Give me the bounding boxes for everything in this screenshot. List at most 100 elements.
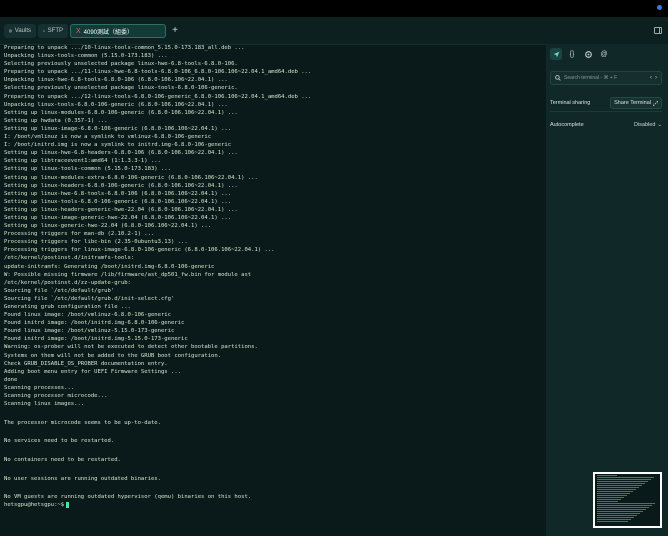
prompt-text: hetsgpu@hetsgpu:~$: [4, 502, 65, 509]
terminal-search[interactable]: Search terminal - ⌘ + F ‹ ›: [550, 71, 662, 85]
search-placeholder: Search terminal - ⌘ + F: [564, 75, 618, 81]
folder-icon: [43, 30, 45, 32]
search-prev-icon[interactable]: ‹: [650, 75, 652, 81]
minimap-line: [597, 495, 627, 496]
minimap-line: [597, 475, 617, 476]
terminal-line: No containers need to be restarted.: [4, 456, 121, 463]
at-icon[interactable]: @: [598, 48, 610, 60]
close-icon[interactable]: X: [76, 28, 81, 35]
terminal-line: Unpacking linux-tools-common (5.15.0-173…: [4, 53, 168, 60]
terminal-line: Unpacking linux-hwe-6.8-tools-6.8.0-106 …: [4, 77, 228, 84]
terminal-line: Selecting previously unselected package …: [4, 85, 238, 92]
terminal-line: Preparing to unpack .../10-linux-tools-c…: [4, 45, 245, 51]
terminal-output[interactable]: Preparing to unpack .../10-linux-tools-c…: [4, 44, 544, 534]
prompt-line: hetsgpu@hetsgpu:~$: [4, 501, 544, 509]
share-terminal-button[interactable]: Share Terminal: [610, 97, 662, 109]
terminal-line: Setting up linux-headers-generic-hwe-22.…: [4, 206, 238, 213]
minimap-line: [597, 515, 637, 516]
title-bar: [0, 0, 668, 17]
status-dot: [657, 5, 662, 10]
code-icon[interactable]: {}: [566, 48, 578, 60]
terminal-line: Preparing to unpack .../11-linux-hwe-6.8…: [4, 69, 312, 76]
terminal-line: Setting up linux-modules-extra-6.8.0-106…: [4, 174, 258, 181]
terminal-sharing-label: Terminal sharing: [550, 100, 591, 106]
terminal-line: Warning: os-prober will not be executed …: [4, 344, 258, 351]
terminal-line: Sourcing file `/etc/default/grub.d/init-…: [4, 295, 175, 302]
sidebar-toggle-icon[interactable]: [654, 27, 662, 34]
terminal-line: Setting up linux-headers-6.8.0-106-gener…: [4, 182, 238, 189]
tab-sftp[interactable]: SFTP: [38, 24, 68, 38]
terminal-line: Sourcing file `/etc/default/grub': [4, 287, 115, 294]
minimap-line: [597, 493, 630, 494]
terminal-line: /etc/kernel/postinst.d/zz-update-grub:: [4, 279, 131, 286]
terminal-line: I: /boot/vmlinuz is now a symlink to vml…: [4, 134, 212, 141]
terminal-line: Generating grub configuration file ...: [4, 304, 131, 310]
new-tab-button[interactable]: +: [170, 24, 180, 38]
chevron-down-icon: ⌄: [657, 122, 662, 128]
minimap-line: [597, 507, 649, 508]
terminal-minimap[interactable]: [593, 472, 662, 528]
tab-vaults[interactable]: Vaults: [4, 24, 36, 38]
terminal-cursor: [66, 502, 70, 509]
search-next-icon[interactable]: ›: [655, 75, 657, 81]
tab-sftp-label: SFTP: [47, 28, 63, 34]
sidebar-divider: [550, 111, 662, 112]
minimap-line: [597, 497, 624, 498]
terminal-line: Unpacking linux-tools-6.8.0-106-generic …: [4, 101, 228, 108]
share-terminal-label: Share Terminal: [614, 100, 651, 106]
terminal-line: Found initrd image: /boot/initrd.img-6.8…: [4, 320, 185, 327]
minimap-line: [597, 499, 621, 500]
tab-bar: Vaults SFTP X 4090測試（組委） +: [0, 17, 668, 45]
terminal-line: W: Possible missing firmware /lib/firmwa…: [4, 271, 252, 278]
terminal-line: Check GRUB_DISABLE_OS_PROBER documentati…: [4, 360, 168, 367]
minimap-line: [597, 487, 639, 488]
autocomplete-value: Disabled: [633, 122, 656, 128]
minimap-line: [597, 491, 633, 492]
terminal-line: Found initrd image: /boot/initrd.img-5.1…: [4, 336, 188, 343]
terminal-line: Found linux image: /boot/vmlinuz-6.8.0-1…: [4, 312, 171, 319]
terminal-line: Scanning processes...: [4, 384, 75, 391]
tab-4090[interactable]: X 4090測試（組委）: [70, 24, 166, 38]
sidebar-tools: {} @: [550, 48, 610, 60]
minimap-line: [597, 485, 642, 486]
terminal-line: done: [4, 376, 18, 383]
terminal-line: Setting up hwdata (0.357-1) ...: [4, 117, 108, 124]
terminal-line: Setting up linux-tools-common (5.15.0-17…: [4, 166, 171, 173]
terminal-line: Setting up linux-generic-hwe-22.04 (6.8.…: [4, 223, 212, 230]
terminal-line: I: /boot/initrd.img is now a symlink to …: [4, 142, 232, 149]
terminal-line: Found linux image: /boot/vmlinuz-5.15.0-…: [4, 328, 175, 335]
terminal-line: No VM guests are running outdated hyperv…: [4, 494, 252, 501]
tab-vaults-label: Vaults: [14, 28, 31, 34]
terminal-line: Setting up linux-tools-6.8.0-106-generic…: [4, 198, 232, 205]
terminal-line: Setting up linux-hwe-6.8-headers-6.8.0-1…: [4, 150, 238, 157]
chat-icon[interactable]: [582, 48, 594, 60]
minimap-line: [597, 519, 631, 520]
minimap-line: [597, 513, 640, 514]
tab-4090-label: 4090測試（組委）: [83, 29, 134, 36]
terminal-line: /etc/kernel/postinst.d/initramfs-tools:: [4, 255, 135, 262]
location-icon[interactable]: [550, 48, 562, 60]
terminal-line: Setting up linux-image-generic-hwe-22.04…: [4, 214, 232, 221]
terminal-line: update-initramfs: Generating /boot/initr…: [4, 263, 215, 270]
terminal-line: Scanning processor microcode...: [4, 393, 108, 400]
minimap-line: [597, 501, 618, 502]
terminal-line: Selecting previously unselected package …: [4, 61, 238, 68]
terminal-line: Processing triggers for man-db (2.10.2-1…: [4, 231, 155, 238]
right-sidebar: {} @ Search terminal - ⌘ + F ‹ › Termina…: [546, 44, 668, 536]
minimap-line: [597, 489, 636, 490]
autocomplete-select[interactable]: Disabled ⌄: [634, 122, 662, 128]
vault-icon: [9, 29, 12, 33]
link-icon: [653, 100, 658, 106]
minimap-line: [597, 509, 646, 510]
terminal-line: Processing triggers for linux-image-6.8.…: [4, 247, 275, 254]
terminal-sharing-row: Terminal sharing Share Terminal: [550, 97, 662, 109]
minimap-line: [597, 477, 654, 478]
terminal-line: No services need to be restarted.: [4, 438, 115, 445]
minimap-line: [597, 483, 645, 484]
autocomplete-label: Autocomplete: [550, 122, 584, 128]
